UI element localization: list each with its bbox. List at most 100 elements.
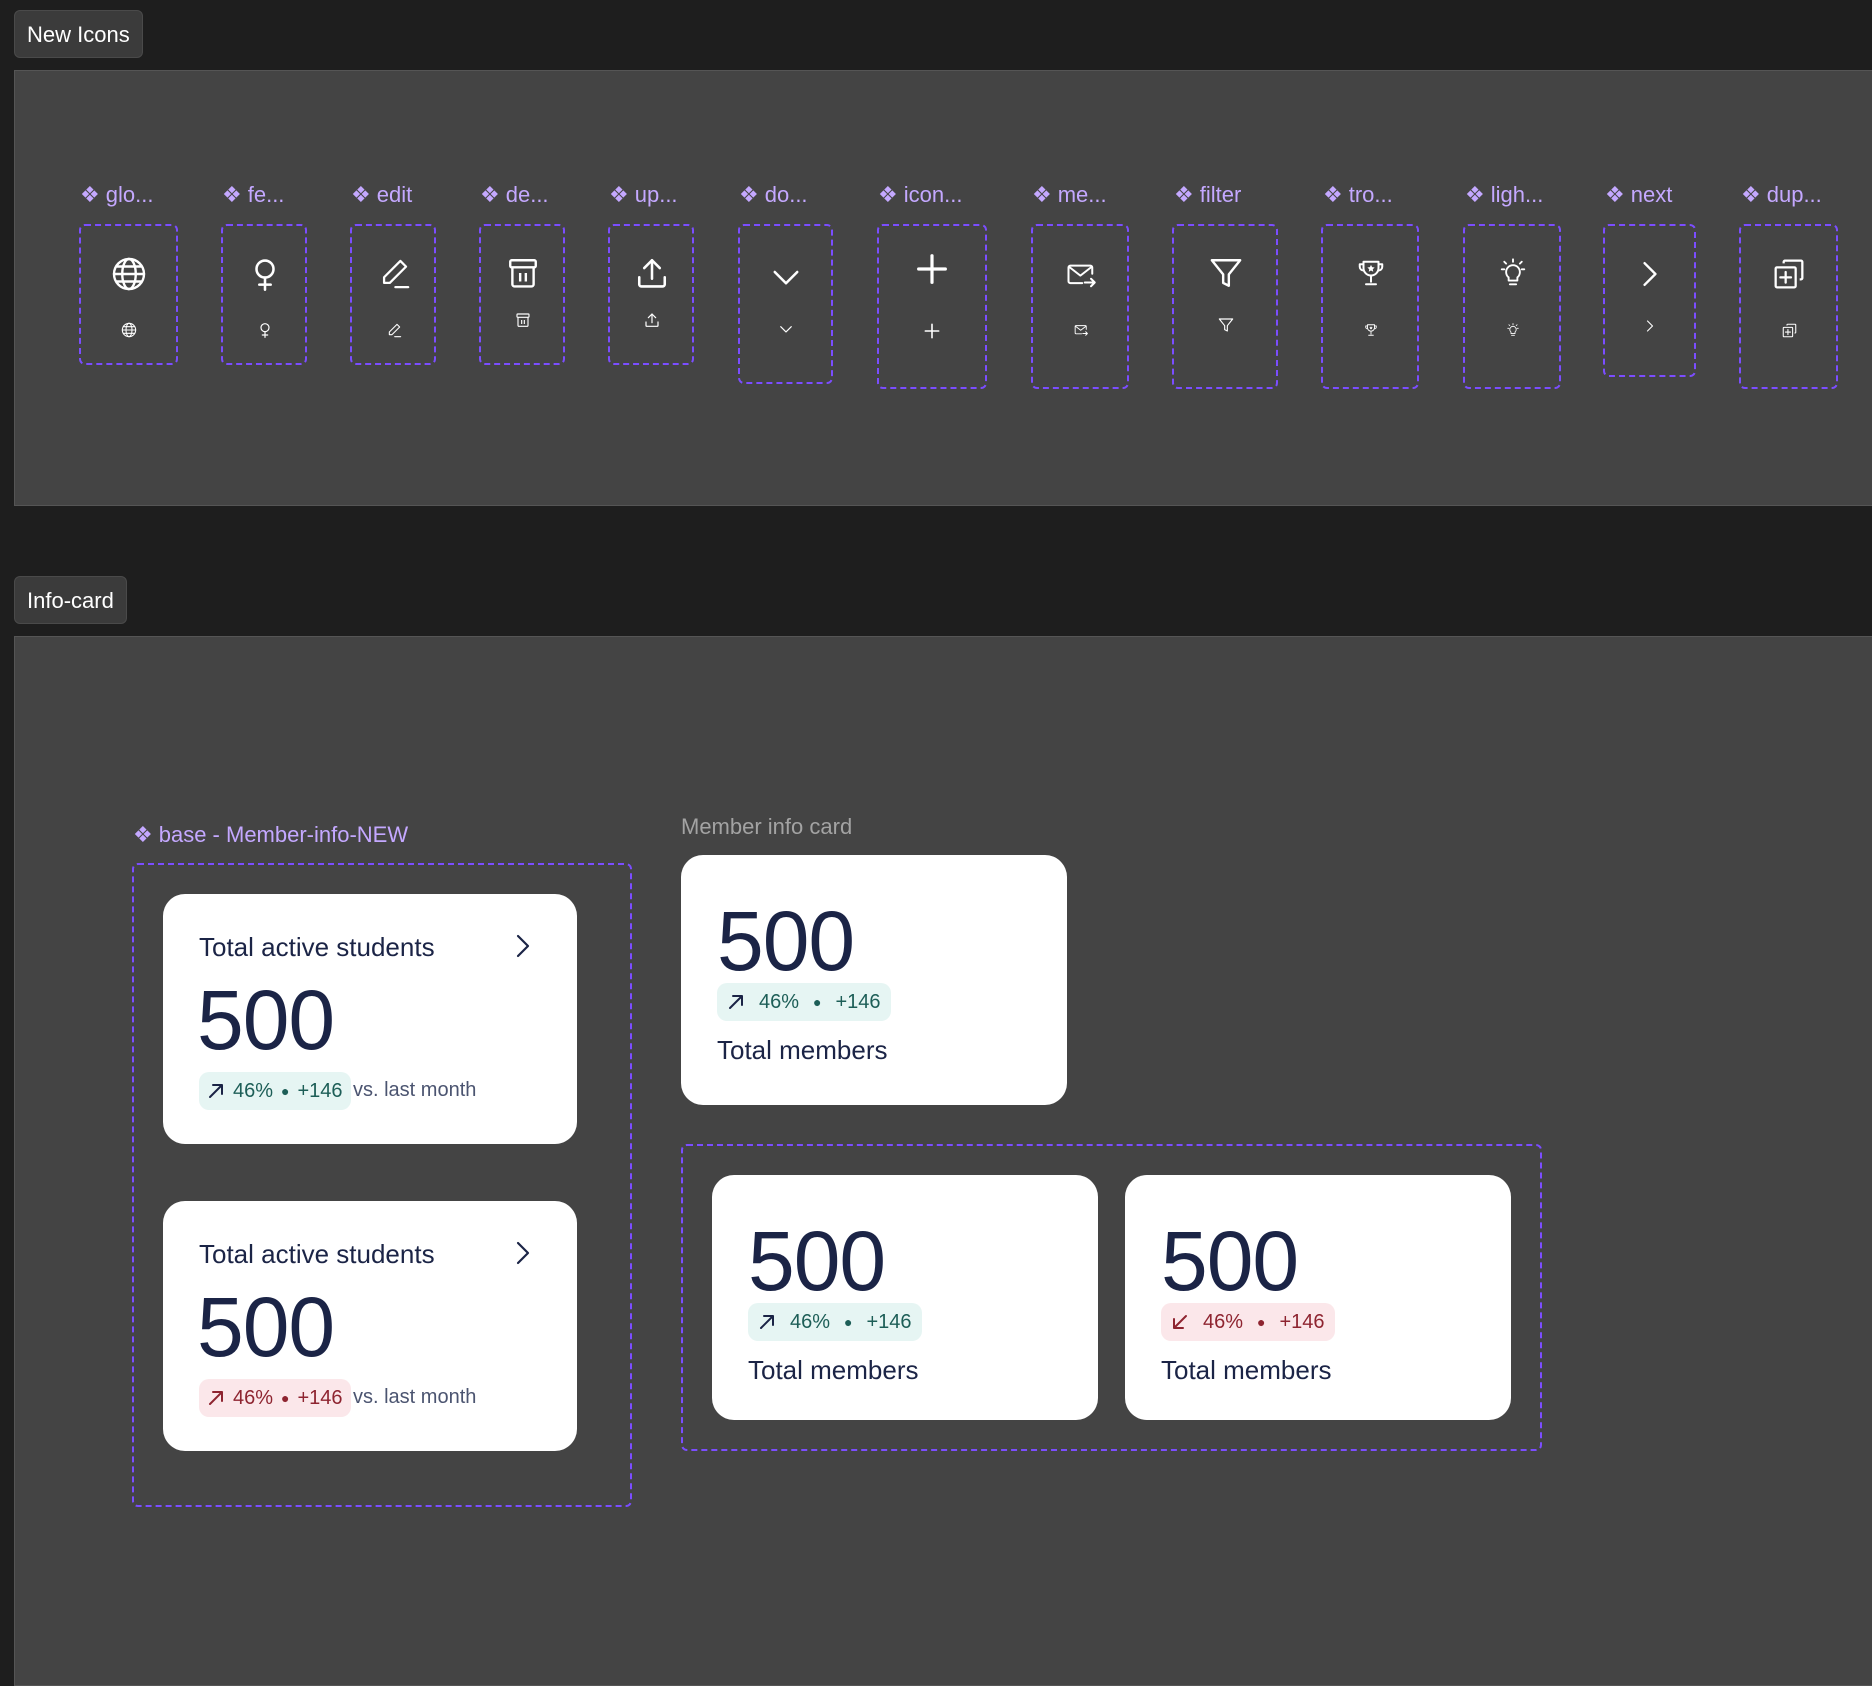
arrow-down-left-icon <box>1173 1315 1187 1329</box>
globe-icon-component[interactable] <box>79 224 178 365</box>
icon-component-label[interactable]: ❖ icon... <box>878 182 962 208</box>
component-diamond-icon: ❖ <box>480 182 500 207</box>
filter-icon-small <box>1218 317 1234 333</box>
component-diamond-icon: ❖ <box>609 182 629 207</box>
icon-component-label[interactable]: ❖ up... <box>609 182 678 208</box>
trend-badge: 46% ● +146 <box>199 1379 351 1417</box>
delete-icon <box>506 256 540 290</box>
edit-icon-component[interactable] <box>350 224 436 365</box>
female-icon-small <box>257 322 273 338</box>
icon-component-label[interactable]: ❖ ligh... <box>1465 182 1543 208</box>
delete-icon-small <box>515 312 531 328</box>
component-diamond-icon: ❖ <box>1174 182 1194 207</box>
trend-delta: +146 <box>835 990 881 1013</box>
member-info-card[interactable]: 500 46% ● +146 Total members <box>681 855 1067 1105</box>
trend-badge: 46% ● +146 <box>748 1303 922 1341</box>
upload-icon-small <box>644 312 660 328</box>
filter-icon <box>1209 256 1243 290</box>
chevron-right-icon[interactable] <box>515 934 531 958</box>
icon-name-edit: edit <box>376 182 413 207</box>
icon-name-trophy: tro... <box>1348 182 1393 207</box>
member-info-card[interactable]: Total active students 500 46% ● +146 vs.… <box>163 1201 577 1451</box>
trend-badge: 46% ● +146 <box>717 983 891 1021</box>
globe-icon <box>111 256 147 292</box>
lightbulb-icon-component[interactable] <box>1463 224 1561 389</box>
icon-component-label[interactable]: ❖ next <box>1605 182 1672 208</box>
globe-icon-small <box>121 322 137 338</box>
icon-component-label[interactable]: ❖ glo... <box>80 182 153 208</box>
icon-name-duplicate: dup... <box>1766 182 1822 207</box>
icon-component-label[interactable]: ❖ tro... <box>1323 182 1393 208</box>
frame-tab-info-card[interactable]: Info-card <box>14 576 127 624</box>
component-diamond-icon: ❖ <box>878 182 898 207</box>
card-title: Total active students <box>199 932 435 962</box>
message-send-icon <box>1064 260 1098 290</box>
duplicate-icon-component[interactable] <box>1739 224 1838 389</box>
component-diamond-icon: ❖ <box>1465 182 1485 207</box>
trend-badge: 46% ● +146 <box>199 1072 351 1110</box>
delete-icon-component[interactable] <box>479 224 565 365</box>
component-diamond-icon: ❖ <box>1741 182 1761 207</box>
card-title: Total active students <box>199 1239 435 1269</box>
component-diamond-icon: ❖ <box>1032 182 1052 207</box>
icon-name-delete: de... <box>505 182 549 207</box>
card-value: 500 <box>1161 1214 1299 1308</box>
member-info-card[interactable]: 500 46% ● +146 Total members <box>712 1175 1098 1420</box>
lightbulb-icon-small <box>1506 323 1520 337</box>
chevron-right-icon-component[interactable] <box>1603 224 1696 377</box>
icon-component-label[interactable]: ❖ de... <box>480 182 549 208</box>
card-value: 500 <box>717 894 855 988</box>
chevron-down-icon <box>771 262 801 292</box>
arrow-up-right-icon <box>729 995 743 1009</box>
edit-icon <box>377 256 411 290</box>
member-info-card[interactable]: Total active students 500 46% ● +146 vs.… <box>163 894 577 1144</box>
frame-tab-new-icons[interactable]: New Icons <box>14 10 143 58</box>
component-diamond-icon: ❖ <box>1605 182 1625 207</box>
chevron-down-icon-small <box>779 322 793 336</box>
icon-component-label[interactable]: ❖ do... <box>739 182 808 208</box>
separator-dot: ● <box>281 1390 290 1406</box>
separator-dot: ● <box>813 994 822 1010</box>
duplicate-icon <box>1773 258 1805 290</box>
chevron-down-icon-component[interactable] <box>738 224 833 384</box>
icon-component-label[interactable]: ❖ filter <box>1174 182 1241 208</box>
card-label: Total members <box>1161 1355 1332 1385</box>
filter-icon-component[interactable] <box>1172 224 1278 389</box>
arrow-up-right-icon <box>209 1084 223 1098</box>
plus-icon-component[interactable] <box>877 224 987 389</box>
component-diamond-icon: ❖ <box>1323 182 1343 207</box>
icon-component-label[interactable]: ❖ dup... <box>1741 182 1822 208</box>
base-component-name: base - Member-info-NEW <box>158 822 409 847</box>
icon-name-lightbulb: ligh... <box>1490 182 1544 207</box>
icon-component-label[interactable]: ❖ fe... <box>222 182 284 208</box>
plus-icon-small <box>924 323 940 339</box>
icon-name-next: next <box>1630 182 1673 207</box>
duplicate-icon-small <box>1782 323 1797 338</box>
component-diamond-icon: ❖ <box>80 182 100 207</box>
plus-icon <box>916 253 948 285</box>
trend-percent: 46% <box>233 1386 274 1409</box>
arrow-up-right-icon <box>760 1315 774 1329</box>
icon-component-label[interactable]: ❖ edit <box>351 182 412 208</box>
trend-delta: +146 <box>297 1386 343 1409</box>
chevron-right-icon[interactable] <box>515 1241 531 1265</box>
chevron-right-icon <box>1637 257 1663 291</box>
member-info-card[interactable]: 500 46% ● +146 Total members <box>1125 1175 1511 1420</box>
trend-delta: +146 <box>866 1310 912 1333</box>
upload-icon-component[interactable] <box>608 224 694 365</box>
message-send-icon-small <box>1073 323 1089 337</box>
chevron-right-icon-small <box>1644 318 1656 334</box>
separator-dot: ● <box>1257 1314 1266 1330</box>
message-send-icon-component[interactable] <box>1031 224 1129 389</box>
trend-badge: 46% ● +146 <box>1161 1303 1335 1341</box>
female-icon-component[interactable] <box>221 224 307 365</box>
icon-component-label[interactable]: ❖ me... <box>1032 182 1107 208</box>
separator-dot: ● <box>844 1314 853 1330</box>
base-component-label[interactable]: ❖ base - Member-info-NEW <box>133 822 408 848</box>
comparison-text: vs. last month <box>353 1386 477 1408</box>
trophy-icon-component[interactable] <box>1321 224 1419 389</box>
trend-percent: 46% <box>790 1310 831 1333</box>
card-label: Total members <box>717 1035 888 1065</box>
card-label: Total members <box>748 1355 919 1385</box>
trend-percent: 46% <box>759 990 800 1013</box>
